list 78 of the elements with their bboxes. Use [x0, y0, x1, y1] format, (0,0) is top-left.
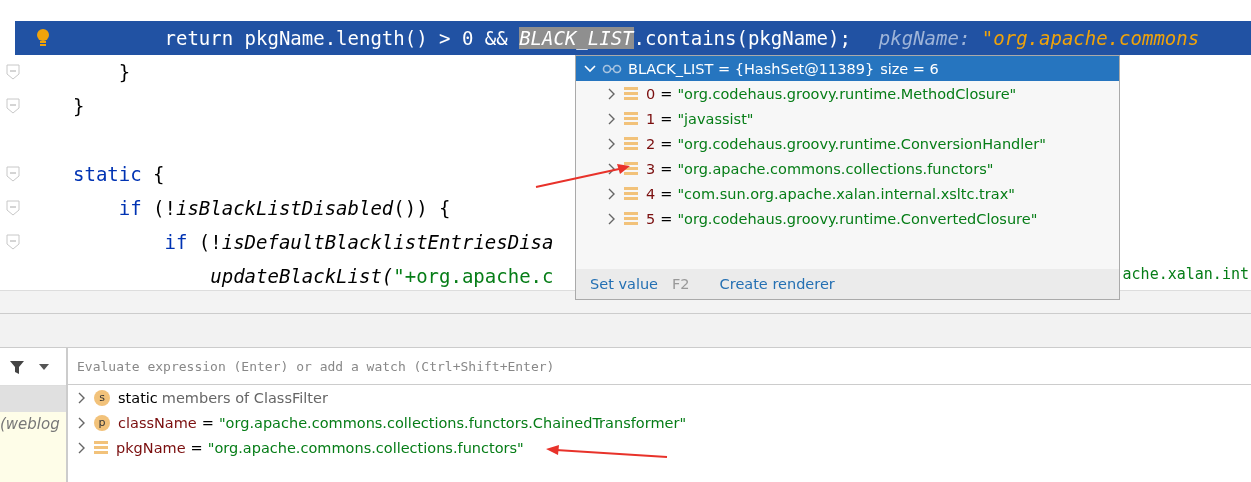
element-value: "javassist" — [677, 110, 754, 127]
size-text: size = 6 — [880, 60, 939, 77]
fold-marker-icon[interactable] — [6, 64, 20, 80]
equals-sign: = — [190, 439, 203, 456]
dropdown-caret-icon[interactable] — [39, 363, 49, 370]
equals-sign: = — [660, 210, 673, 227]
equals-sign: = — [201, 414, 214, 431]
element-index: 4 — [646, 185, 656, 202]
inline-hint-value: "org.apache.commons — [981, 27, 1200, 49]
element-index: 3 — [646, 160, 656, 177]
chevron-icon[interactable] — [78, 441, 86, 454]
inline-hint-name: pkgName: — [878, 27, 972, 49]
create-renderer-link[interactable]: Create renderer — [719, 276, 835, 292]
equals-sign: = — [660, 110, 673, 127]
element-value: "org.codehaus.groovy.runtime.ConvertedClosure" — [677, 210, 1038, 227]
element-index: 1 — [646, 110, 656, 127]
chevron-icon[interactable] — [78, 416, 86, 429]
list-icon — [624, 136, 638, 151]
chevron-icon[interactable] — [608, 137, 616, 150]
string-literal: ache.xalan.int — [1122, 265, 1249, 285]
code-text: } — [73, 95, 85, 117]
variable-name: pkgName — [116, 439, 186, 456]
chevron-icon[interactable] — [608, 112, 616, 125]
method-call-text: updateBlackList( — [209, 265, 394, 287]
code-text: } — [117, 61, 131, 83]
variable-name: className — [118, 414, 197, 431]
variable-value: "org.apache.commons.collections.functors.ChainedTransformer" — [218, 414, 687, 431]
list-icon — [624, 211, 638, 226]
lightbulb-icon[interactable] — [35, 28, 51, 48]
glasses-icon — [602, 63, 622, 74]
variable-badge: p — [94, 414, 110, 431]
code-text: (! — [152, 197, 176, 219]
list-icon — [624, 161, 638, 176]
element-value: "com.sun.org.apache.xalan.internal.xsltc.trax" — [677, 185, 1015, 202]
keyword-text: if — [163, 231, 188, 253]
method-call-text: isDefaultBlacklistEntriesDisa — [221, 231, 554, 253]
keyword-text: if — [117, 197, 142, 219]
chevron-icon[interactable] — [608, 187, 616, 200]
equals-sign: = — [660, 85, 673, 102]
code-text: (! — [197, 231, 222, 253]
equals-sign: = — [660, 160, 673, 177]
string-literal: "+org.apache.c — [393, 265, 554, 287]
element-index: 5 — [646, 210, 656, 227]
list-icon — [94, 440, 108, 455]
fold-marker-icon[interactable] — [6, 234, 20, 250]
code-text: return pkgName.length() > 0 && — [163, 27, 509, 49]
code-text: ()) { — [393, 197, 451, 219]
variable-badge: s — [94, 389, 110, 406]
equals-sign: = — [660, 135, 673, 152]
list-icon — [624, 86, 638, 101]
equals-sign: = — [660, 185, 673, 202]
chevron-icon[interactable] — [608, 212, 616, 225]
element-value: "org.apache.commons.collections.functors" — [677, 160, 994, 177]
element-value: "org.codehaus.groovy.runtime.ConversionHandler" — [677, 135, 1046, 152]
chevron-icon[interactable] — [608, 87, 616, 100]
selected-code-text: BLACK_LIST — [519, 27, 634, 49]
list-icon — [624, 186, 638, 201]
shortcut-text: F2 — [672, 276, 690, 292]
chevron-icon[interactable] — [78, 391, 86, 404]
set-value-link[interactable]: Set value — [590, 276, 659, 292]
filter-icon[interactable] — [9, 358, 25, 375]
keyword-text: static — [73, 163, 142, 185]
variable-value: "org.apache.commons.collections.functors" — [207, 439, 524, 456]
fold-marker-icon[interactable] — [6, 166, 20, 182]
method-call-text: isBlackListDisabled — [175, 197, 394, 219]
element-index: 0 — [646, 85, 656, 102]
fold-marker-icon[interactable] — [6, 98, 20, 114]
chevron-icon[interactable] — [608, 162, 616, 175]
watch-header-text: BLACK_LIST = {HashSet@11389} — [628, 60, 875, 77]
code-text: { — [152, 163, 165, 185]
list-icon — [624, 111, 638, 126]
element-index: 2 — [646, 135, 656, 152]
stack-frame-text[interactable]: (weblog — [0, 412, 66, 433]
element-value: "org.codehaus.groovy.runtime.MethodClosure" — [677, 85, 1017, 102]
fold-marker-icon[interactable] — [6, 200, 20, 216]
watch-header-row[interactable]: BLACK_LIST = {HashSet@11389} size = 6 — [576, 56, 1119, 81]
variable-name: static — [118, 389, 158, 406]
variable-description: members of ClassFilter — [161, 389, 328, 406]
